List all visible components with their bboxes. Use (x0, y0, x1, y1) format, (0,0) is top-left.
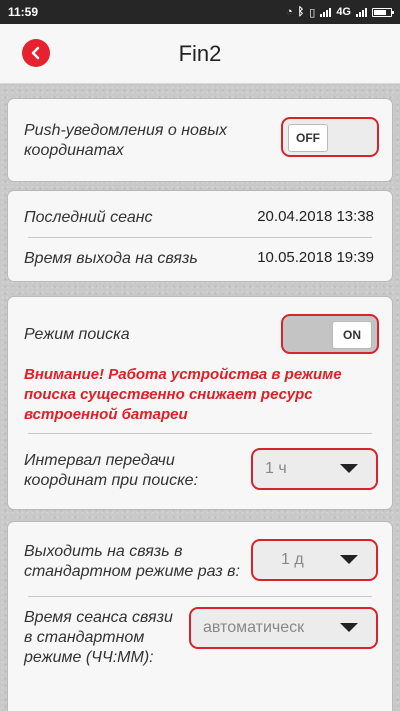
dropdown-arrow-icon (340, 623, 358, 632)
status-icons: ◔ ᛒ ▯ 4G (285, 6, 394, 19)
push-label: Push-уведомления о новых координатах (24, 122, 228, 159)
frequency-label: Выходить на связь в стандартном режиме р… (24, 543, 240, 580)
last-session-value: 20.04.2018 13:38 (257, 208, 374, 225)
bluetooth-icon: ᛒ (297, 6, 305, 18)
status-time: 11:59 (8, 5, 39, 19)
status-bar: 11:59 ◔ ᛒ ▯ 4G (0, 0, 400, 24)
network-type: 4G (336, 6, 351, 18)
signal-icon (320, 7, 332, 17)
vibrate-icon: ▯ (309, 6, 316, 19)
push-toggle[interactable]: OFF (281, 117, 379, 157)
divider (28, 433, 372, 434)
search-mode-toggle[interactable]: ON (281, 314, 379, 354)
toggle-knob: OFF (288, 124, 328, 152)
dropdown-arrow-icon (340, 464, 358, 473)
connect-time-label: Время выхода на связь (24, 250, 198, 267)
battery-warning: Внимание! Работа устройства в режиме пои… (24, 366, 342, 423)
last-session-label: Последний сеанс (24, 209, 153, 226)
search-mode-label: Режим поиска (24, 326, 130, 343)
search-card: Режим поиска ON Внимание! Работа устройс… (7, 296, 393, 510)
push-card: Push-уведомления о новых координатах OFF (7, 98, 393, 182)
toggle-knob: ON (332, 321, 372, 349)
session-card: Последний сеанс 20.04.2018 13:38 Время в… (7, 190, 393, 282)
page-title: Fin2 (178, 40, 222, 66)
divider (28, 596, 372, 597)
connect-time-value: 10.05.2018 19:39 (257, 249, 374, 266)
session-time-label: Время сеанса связи в стандартном режиме … (24, 609, 173, 666)
signal-2-icon (356, 7, 367, 17)
chevron-left-icon (31, 46, 40, 60)
divider (28, 237, 372, 238)
app-header: Fin2 (0, 24, 400, 84)
frequency-value: 1 д (281, 551, 304, 568)
dropdown-arrow-icon (340, 555, 358, 564)
back-button[interactable] (22, 39, 50, 67)
session-time-select[interactable]: автоматическ (189, 607, 378, 649)
standard-card: Выходить на связь в стандартном режиме р… (7, 521, 393, 711)
frequency-select[interactable]: 1 д (251, 539, 378, 581)
battery-icon (372, 7, 394, 17)
interval-select[interactable]: 1 ч (251, 448, 378, 490)
alarm-icon: ◔ (285, 6, 293, 18)
interval-value: 1 ч (265, 460, 287, 477)
interval-label: Интервал передачи координат при поиске: (24, 452, 199, 489)
session-time-value: автоматическ (203, 619, 305, 636)
